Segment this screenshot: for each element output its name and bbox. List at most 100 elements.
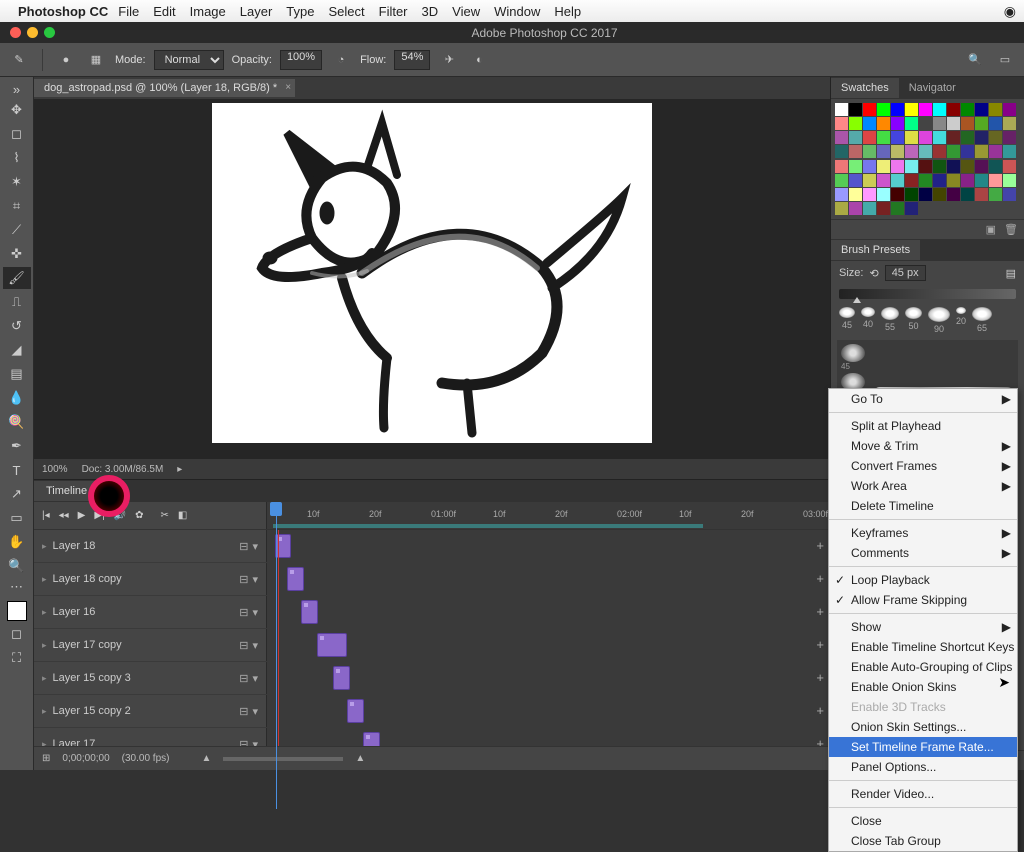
brush-preset[interactable]: 40 [861, 307, 875, 334]
swatch-color[interactable] [905, 202, 918, 215]
menu-item[interactable]: Delete Timeline [829, 496, 1017, 516]
pressure-opacity-icon[interactable]: ◔ [330, 49, 352, 71]
split-button[interactable]: ✂ [161, 510, 169, 521]
swatch-color[interactable] [975, 103, 988, 116]
brush-preset[interactable]: 20 [956, 307, 966, 334]
swatch-color[interactable] [933, 160, 946, 173]
swatch-color[interactable] [863, 131, 876, 144]
swatch-color[interactable] [891, 188, 904, 201]
swatch-color[interactable] [933, 174, 946, 187]
zoom-window-button[interactable] [44, 27, 55, 38]
swatch-color[interactable] [835, 117, 848, 130]
workspace-icon[interactable]: ▭ [994, 49, 1016, 71]
timeline-zoom-slider[interactable] [223, 757, 343, 761]
add-keyframe-icon[interactable]: + [816, 571, 824, 586]
brush-size-slider[interactable] [839, 289, 1016, 299]
menu-item[interactable]: Panel Options... [829, 757, 1017, 777]
swatch-color[interactable] [863, 174, 876, 187]
timeline-clip[interactable] [317, 633, 347, 657]
zoom-tool-icon[interactable]: 🔍 [3, 555, 31, 577]
pen-tool-icon[interactable]: ✒ [3, 435, 31, 457]
blend-mode-select[interactable]: Normal [154, 50, 224, 70]
swatch-color[interactable] [877, 188, 890, 201]
swatch-color[interactable] [905, 160, 918, 173]
swatch-color[interactable] [1003, 160, 1016, 173]
swatch-color[interactable] [961, 174, 974, 187]
swatch-color[interactable] [849, 103, 862, 116]
menu-select[interactable]: Select [328, 4, 364, 19]
swatch-color[interactable] [947, 103, 960, 116]
app-name[interactable]: Photoshop CC [18, 4, 108, 19]
swatch-color[interactable] [905, 145, 918, 158]
swatch-color[interactable] [891, 131, 904, 144]
swatch-color[interactable] [835, 131, 848, 144]
swatches-tab[interactable]: Swatches [831, 78, 899, 98]
swatch-color[interactable] [1003, 145, 1016, 158]
timeline-track[interactable]: ▸Layer 18 copy⊟▾+ [34, 563, 830, 596]
menu-layer[interactable]: Layer [240, 4, 273, 19]
canvas[interactable] [212, 103, 652, 443]
zoom-in-icon[interactable]: ▲ [355, 753, 365, 764]
prev-frame-button[interactable]: ◂◂ [59, 510, 69, 521]
swatch-color[interactable] [863, 103, 876, 116]
swatch-color[interactable] [933, 145, 946, 158]
swatch-color[interactable] [849, 160, 862, 173]
airbrush-icon[interactable]: ✈ [438, 49, 460, 71]
menu-item[interactable]: Close Tab Group [829, 831, 1017, 851]
swatch-color[interactable] [947, 160, 960, 173]
document-tab[interactable]: dog_astropad.psd @ 100% (Layer 18, RGB/8… [34, 79, 295, 97]
menu-item[interactable]: Convert Frames▶ [829, 456, 1017, 476]
swatch-color[interactable] [947, 117, 960, 130]
menu-item[interactable]: Work Area▶ [829, 476, 1017, 496]
menu-help[interactable]: Help [554, 4, 581, 19]
quickselect-tool-icon[interactable]: ✶ [3, 171, 31, 193]
swatch-color[interactable] [877, 145, 890, 158]
swatch-color[interactable] [947, 174, 960, 187]
menu-item[interactable]: Move & Trim▶ [829, 436, 1017, 456]
add-keyframe-icon[interactable]: + [816, 703, 824, 718]
swatch-color[interactable] [835, 145, 848, 158]
menu-item[interactable]: Enable Auto-Grouping of Clips [829, 657, 1017, 677]
work-area-bar[interactable] [273, 524, 703, 528]
tool-preset-icon[interactable]: ✎ [8, 49, 30, 71]
swatch-color[interactable] [863, 202, 876, 215]
menu-item[interactable]: Render Video... [829, 784, 1017, 804]
menu-item[interactable]: Onion Skin Settings... [829, 717, 1017, 737]
swatch-color[interactable] [919, 145, 932, 158]
navigator-tab[interactable]: Navigator [899, 78, 966, 98]
close-tab-icon[interactable]: × [285, 82, 291, 93]
brush-preset[interactable]: 65 [972, 307, 992, 334]
type-tool-icon[interactable]: T [3, 459, 31, 481]
timeline-track[interactable]: ▸Layer 17 copy⊟▾+ [34, 629, 830, 662]
blur-tool-icon[interactable]: 💧 [3, 387, 31, 409]
timeline-clip[interactable] [347, 699, 364, 723]
new-swatch-icon[interactable]: ▣ [986, 223, 996, 236]
swatch-color[interactable] [877, 202, 890, 215]
brush-picker-icon[interactable]: ● [55, 49, 77, 71]
swatch-color[interactable] [989, 174, 1002, 187]
swatch-color[interactable] [919, 174, 932, 187]
swatch-color[interactable] [905, 131, 918, 144]
swatch-color[interactable] [835, 188, 848, 201]
search-icon[interactable]: 🔍 [964, 49, 986, 71]
swatch-color[interactable] [919, 117, 932, 130]
swatch-color[interactable] [989, 131, 1002, 144]
brush-preset[interactable]: 55 [881, 307, 899, 334]
add-keyframe-icon[interactable]: + [816, 670, 824, 685]
menu-item[interactable]: Comments▶ [829, 543, 1017, 563]
swatch-color[interactable] [877, 160, 890, 173]
menu-item[interactable]: Enable Timeline Shortcut Keys [829, 637, 1017, 657]
play-button[interactable]: ▶ [78, 510, 86, 521]
more-tools-icon[interactable]: ⋯ [3, 579, 31, 595]
brush-preset-large[interactable]: 45 [841, 344, 865, 371]
menu-item[interactable]: Show▶ [829, 617, 1017, 637]
swatch-color[interactable] [905, 103, 918, 116]
timeline-clip[interactable] [363, 732, 380, 746]
swatch-color[interactable] [975, 145, 988, 158]
gradient-tool-icon[interactable]: ▤ [3, 363, 31, 385]
collapse-icon[interactable]: » [3, 81, 31, 97]
swatch-color[interactable] [835, 174, 848, 187]
brush-panel-icon[interactable]: ▦ [85, 49, 107, 71]
menu-image[interactable]: Image [190, 4, 226, 19]
swatch-color[interactable] [961, 103, 974, 116]
